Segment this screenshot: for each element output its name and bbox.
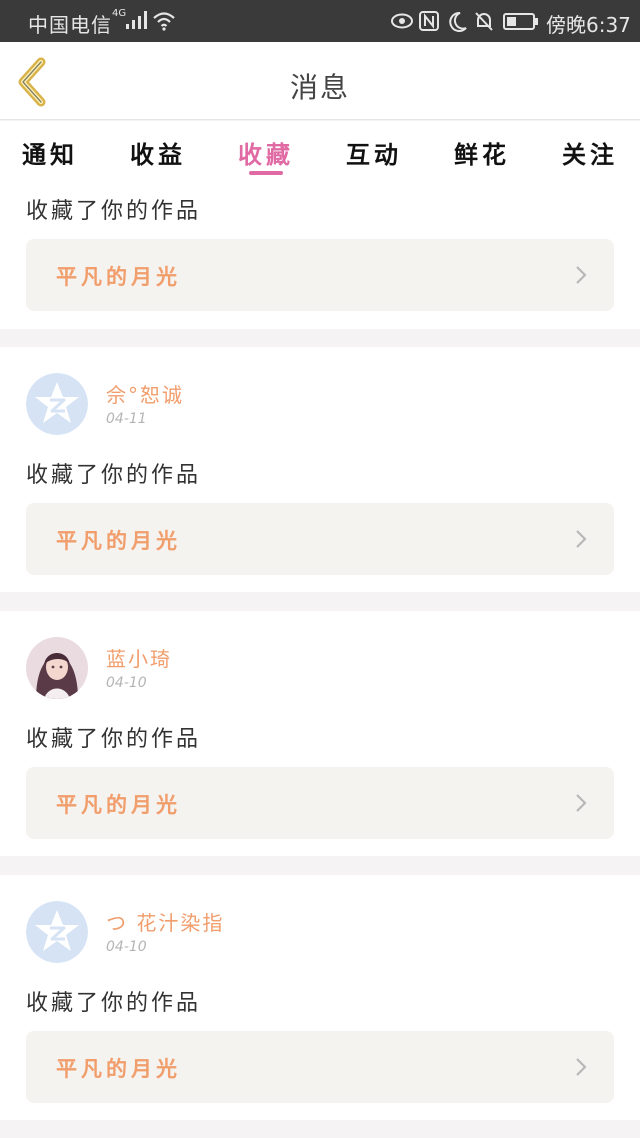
work-link[interactable]: 平凡的月光 bbox=[26, 503, 614, 575]
carrier-label: 中国电信 bbox=[28, 13, 112, 37]
message-card: 收藏了你的作品 平凡的月光 bbox=[0, 181, 640, 329]
work-title: 平凡的月光 bbox=[56, 265, 181, 289]
work-link[interactable]: 平凡的月光 bbox=[26, 239, 614, 311]
work-link[interactable]: 平凡的月光 bbox=[26, 767, 614, 839]
qzone-star-icon[interactable] bbox=[26, 901, 88, 963]
qzone-star-icon[interactable] bbox=[26, 373, 88, 435]
message-action-text: 收藏了你的作品 bbox=[26, 727, 202, 752]
user-name[interactable]: つ 花汁染指 bbox=[106, 907, 224, 936]
message-card: つ 花汁染指 04-10 收藏了你的作品 平凡的月光 bbox=[0, 875, 640, 1120]
header: 消息 bbox=[0, 42, 640, 120]
message-list[interactable]: 收藏了你的作品 平凡的月光 佘°恕诚 04-11 收藏了你的作品 平凡的月光 蓝… bbox=[0, 181, 640, 1138]
tab-following[interactable]: 关注 bbox=[550, 135, 630, 170]
work-title: 平凡的月光 bbox=[56, 529, 181, 553]
message-date: 04-10 bbox=[106, 675, 147, 691]
message-action-text: 收藏了你的作品 bbox=[26, 463, 202, 488]
chevron-right-icon bbox=[576, 266, 587, 284]
message-card: 蓝小琦 04-10 收藏了你的作品 平凡的月光 bbox=[0, 611, 640, 856]
message-card: 佘°恕诚 04-11 收藏了你的作品 平凡的月光 bbox=[0, 347, 640, 592]
network-type-label: 4G bbox=[112, 8, 127, 19]
battery-icon bbox=[503, 13, 538, 30]
eye-icon bbox=[391, 13, 413, 29]
user-photo-avatar[interactable] bbox=[26, 637, 88, 699]
tab-bar: 通知 收益 收藏 互动 鲜花 关注 bbox=[0, 121, 640, 181]
tab-notifications[interactable]: 通知 bbox=[10, 135, 90, 170]
user-name[interactable]: 蓝小琦 bbox=[106, 643, 172, 672]
message-date: 04-11 bbox=[106, 411, 147, 427]
chevron-right-icon bbox=[576, 1058, 587, 1076]
tab-earnings[interactable]: 收益 bbox=[118, 135, 198, 170]
work-title: 平凡的月光 bbox=[56, 1057, 181, 1081]
user-name[interactable]: 佘°恕诚 bbox=[106, 379, 184, 408]
clock: 傍晚6:37 bbox=[546, 13, 631, 37]
signal-icon bbox=[126, 11, 147, 29]
nfc-icon bbox=[419, 11, 439, 31]
message-action-text: 收藏了你的作品 bbox=[26, 199, 202, 224]
work-link[interactable]: 平凡的月光 bbox=[26, 1031, 614, 1103]
wifi-icon bbox=[153, 12, 175, 31]
status-bar: 中国电信 4G 傍晚6:37 bbox=[0, 0, 640, 42]
page-title: 消息 bbox=[289, 71, 350, 104]
work-title: 平凡的月光 bbox=[56, 793, 181, 817]
tab-flowers[interactable]: 鲜花 bbox=[442, 135, 522, 170]
active-tab-indicator bbox=[249, 171, 283, 175]
chevron-right-icon bbox=[576, 530, 587, 548]
moon-icon bbox=[449, 11, 467, 32]
mute-bell-icon bbox=[475, 12, 493, 31]
chevron-right-icon bbox=[576, 794, 587, 812]
message-action-text: 收藏了你的作品 bbox=[26, 991, 202, 1016]
message-date: 04-10 bbox=[106, 939, 147, 955]
tab-interactions[interactable]: 互动 bbox=[334, 135, 414, 170]
status-icons bbox=[391, 11, 538, 32]
tab-favorites[interactable]: 收藏 bbox=[226, 135, 306, 170]
